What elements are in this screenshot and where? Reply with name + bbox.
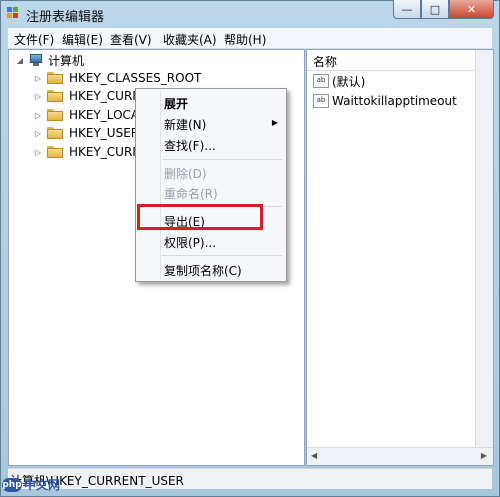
title-bar[interactable]: 注册表编辑器 — □ ✕	[0, 0, 500, 28]
menu-item-expand[interactable]: 展开	[164, 95, 188, 112]
menu-item-copy-key-name[interactable]: 复制项名称(C)	[164, 262, 242, 279]
tree-item-hkey-users[interactable]: ▷ HKEY_USER	[33, 124, 139, 142]
value-row-default[interactable]: ab (默认)	[313, 72, 365, 90]
value-name: (默认)	[332, 74, 366, 89]
value-row-waittokillapptimeout[interactable]: ab Waittokillapptimeout	[313, 92, 457, 110]
folder-icon	[47, 90, 63, 102]
minimize-icon: —	[401, 2, 413, 16]
menu-separator	[162, 159, 282, 160]
menu-view[interactable]: 查看(V)	[110, 31, 152, 48]
expand-icon[interactable]: ▷	[33, 74, 43, 83]
menu-item-permissions[interactable]: 权限(P)...	[164, 234, 216, 251]
collapse-icon[interactable]: ◢	[15, 56, 25, 65]
tree-item-hkey-classes-root[interactable]: ▷ HKEY_CLASSES_ROOT	[33, 69, 201, 87]
menu-item-new[interactable]: 新建(N)	[164, 116, 206, 133]
tree-item-label: HKEY_CURR	[69, 89, 141, 103]
minimize-button[interactable]: —	[393, 0, 421, 19]
folder-icon	[47, 109, 63, 121]
tree-item-hkey-current-config[interactable]: ▷ HKEY_CURR	[33, 143, 141, 161]
expand-icon[interactable]: ▷	[33, 111, 43, 120]
menu-item-find[interactable]: 查找(F)...	[164, 137, 216, 154]
vertical-scrollbar[interactable]	[475, 50, 493, 447]
menu-file[interactable]: 文件(F)	[14, 31, 54, 48]
tree-item-label: HKEY_LOCA	[69, 108, 140, 122]
folder-icon	[47, 146, 63, 158]
tree-item-label: HKEY_USER	[69, 126, 140, 140]
expand-icon[interactable]: ▷	[33, 148, 43, 157]
string-value-icon: ab	[313, 94, 329, 108]
column-header-label: 名称	[313, 55, 338, 69]
scroll-right-icon[interactable]: ▶	[481, 451, 487, 460]
value-name: Waittokillapptimeout	[332, 94, 457, 108]
computer-icon	[29, 54, 43, 66]
watermark-badge: php	[2, 477, 22, 492]
window-title: 注册表编辑器	[26, 10, 105, 25]
watermark-text: 中文网	[24, 478, 61, 492]
menu-item-delete[interactable]: 删除(D)	[164, 165, 207, 182]
tree-item-hkey-local-machine[interactable]: ▷ HKEY_LOCA	[33, 106, 139, 124]
values-pane[interactable]: 名称 ab (默认) ab Waittokillapptimeout ◀ ▶	[306, 49, 494, 466]
maximize-button[interactable]: □	[421, 0, 449, 19]
tree-item-label: HKEY_CLASSES_ROOT	[69, 71, 202, 85]
menu-bar: 文件(F) 编辑(E) 查看(V) 收藏夹(A) 帮助(H)	[8, 28, 492, 49]
folder-icon	[47, 72, 63, 84]
column-header-name[interactable]: 名称	[307, 50, 493, 71]
string-value-icon: ab	[313, 74, 329, 88]
menu-item-rename[interactable]: 重命名(R)	[164, 185, 218, 202]
watermark: php 中文网	[2, 476, 60, 493]
menu-edit[interactable]: 编辑(E)	[62, 31, 103, 48]
export-highlight-box	[137, 204, 263, 230]
tree-item-label: 计算机	[48, 53, 85, 68]
folder-icon	[47, 127, 63, 139]
scroll-left-icon[interactable]: ◀	[311, 451, 317, 460]
expand-icon[interactable]: ▷	[33, 92, 43, 101]
menu-help[interactable]: 帮助(H)	[224, 31, 266, 48]
tree-item-label: HKEY_CURR	[69, 145, 141, 159]
registry-editor-app-icon	[7, 7, 18, 18]
submenu-arrow-icon: ▶	[271, 118, 278, 127]
tree-item-computer[interactable]: ◢ 计算机	[15, 51, 84, 69]
status-bar: 计算机\HKEY_CURRENT_USER	[8, 468, 492, 489]
horizontal-scrollbar[interactable]: ◀ ▶	[307, 447, 493, 465]
menu-favorites[interactable]: 收藏夹(A)	[163, 31, 217, 48]
maximize-icon: □	[429, 2, 441, 16]
close-button[interactable]: ✕	[449, 0, 494, 19]
menu-gutter	[160, 91, 161, 279]
tree-item-hkey-current-user[interactable]: ▷ HKEY_CURR	[33, 87, 141, 105]
expand-icon[interactable]: ▷	[33, 129, 43, 138]
menu-separator	[162, 255, 282, 256]
close-icon: ✕	[466, 2, 477, 16]
context-menu: 展开 新建(N) ▶ 查找(F)... 删除(D) 重命名(R) 导出(E) 权…	[135, 88, 287, 282]
